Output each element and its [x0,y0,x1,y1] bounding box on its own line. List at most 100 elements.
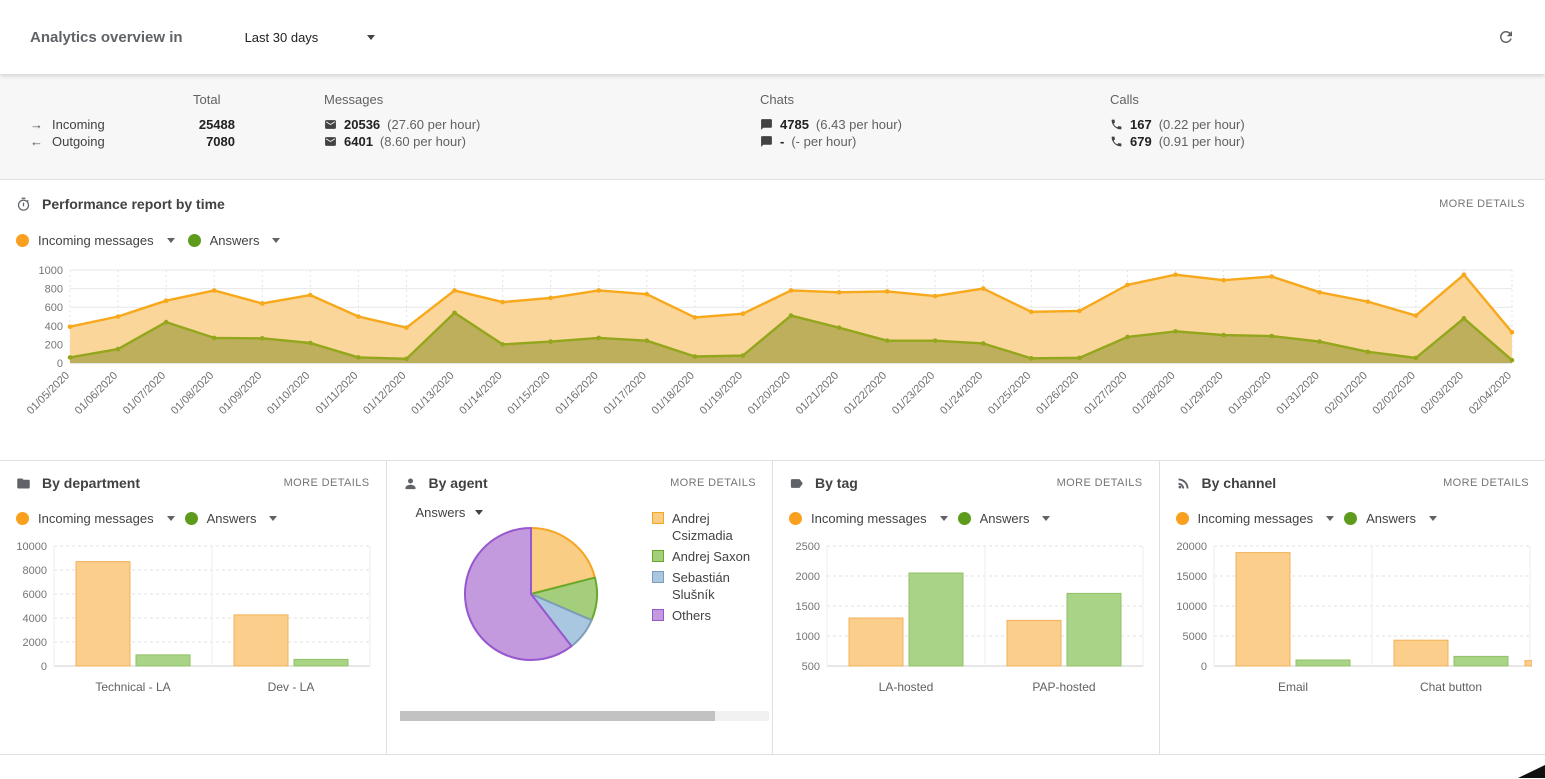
orange-dot-icon [16,512,29,525]
by-tag-panel: By tag MORE DETAILS Incoming messages An… [773,461,1160,754]
x-tick-label: 01/05/2020 [25,370,72,417]
bar-1-0 [909,573,963,666]
refresh-button[interactable] [1497,28,1515,46]
channel-legend-answers-dropdown[interactable]: Answers [1344,511,1437,526]
bar-1-0 [136,655,190,666]
performance-panel-title: Performance report by time [42,196,225,212]
x-tick-label: 01/23/2020 [890,370,937,417]
legend-swatch-icon [652,571,664,583]
orange-dot-icon [16,234,29,247]
pie-legend-item: Sebastián Slušník [652,569,756,603]
bottom-panels: By department MORE DETAILS Incoming mess… [0,461,1545,755]
tag-legend-incoming-dropdown[interactable]: Incoming messages [789,511,948,526]
orange-dot-icon [1176,512,1189,525]
svg-text:2000: 2000 [23,637,47,649]
x-tick-label: 01/14/2020 [457,370,504,417]
stats-chats-column: Chats 4785 (6.43 per hour) - (- per hour… [760,92,1110,179]
department-legend-incoming-dropdown[interactable]: Incoming messages [16,511,175,526]
agent-pie-chart[interactable] [461,524,601,664]
performance-area-chart[interactable]: 0200400600800100001/05/202001/06/202001/… [24,262,1524,430]
period-dropdown[interactable]: Last 30 days [245,30,375,45]
envelope-icon [324,135,337,148]
x-tick-label: 01/26/2020 [1034,370,1081,417]
outgoing-chats-value: - [780,134,784,149]
bar-0-0 [1236,553,1290,666]
messages-column-header: Messages [324,92,760,116]
x-tick-label: 01/29/2020 [1178,370,1225,417]
agent-more-details-link[interactable]: MORE DETAILS [670,477,756,489]
x-tick-label: 01/15/2020 [505,370,552,417]
svg-text:8000: 8000 [23,565,47,577]
x-tick-label: 01/19/2020 [698,370,745,417]
x-tick-label: 01/06/2020 [73,370,120,417]
incoming-messages-rate: (27.60 per hour) [387,117,480,132]
svg-text:0: 0 [1200,661,1206,673]
bar-1-1 [1454,656,1508,666]
incoming-chats-value: 4785 [780,117,809,132]
outgoing-messages-value: 6401 [344,134,373,149]
bar-1-0 [1296,660,1350,666]
x-tick-label: 02/01/2020 [1323,370,1370,417]
tag-legend-answers-dropdown[interactable]: Answers [958,511,1051,526]
svg-text:4000: 4000 [23,613,47,625]
page-title: Analytics overview in [30,29,183,46]
chevron-down-icon [1042,516,1050,521]
chevron-down-icon [1326,516,1334,521]
phone-icon [1110,118,1123,131]
svg-text:5000: 5000 [1182,631,1206,643]
tag-bar-chart[interactable]: 5001000150020002500LA-hostedPAP-hosted [789,538,1145,698]
legend-answers-dropdown[interactable]: Answers [188,233,281,248]
department-more-details-link[interactable]: MORE DETAILS [284,477,370,489]
bar-category-label: PAP-hosted [1032,680,1095,694]
channel-more-details-link[interactable]: MORE DETAILS [1443,477,1529,489]
clipped-extra-bar [1525,661,1532,666]
bar-0-0 [849,618,903,666]
chevron-down-icon [940,516,948,521]
performance-more-details-link[interactable]: MORE DETAILS [1439,198,1525,210]
bar-0-1 [1394,640,1448,666]
bar-category-label: Email [1277,680,1307,694]
department-legend-answers-dropdown[interactable]: Answers [185,511,278,526]
svg-text:10000: 10000 [16,541,47,553]
horizontal-scrollbar[interactable] [400,711,770,721]
x-tick-label: 01/11/2020 [314,370,361,417]
calls-column-header: Calls [1110,92,1545,116]
chevron-down-icon [167,238,175,243]
incoming-calls-rate: (0.22 per hour) [1159,117,1245,132]
orange-dot-icon [789,512,802,525]
channel-legend-incoming-dropdown[interactable]: Incoming messages [1176,511,1335,526]
x-tick-label: 01/24/2020 [938,370,985,417]
channel-bar-chart[interactable]: 05000100001500020000EmailChat button [1176,538,1532,698]
outgoing-label: Outgoing [52,134,105,149]
pie-legend-label: Sebastián Slušník [672,569,756,603]
stats-direction-column: →Incoming ←Outgoing [0,92,193,179]
bar-category-label: Dev - LA [268,680,315,694]
chat-bubble-icon [760,118,773,131]
green-dot-icon [1344,512,1357,525]
bar-1-1 [294,659,348,666]
pie-legend-item: Andrej Csizmadia [652,510,756,544]
green-dot-icon [185,512,198,525]
pie-legend-item: Andrej Saxon [652,548,756,565]
x-tick-label: 01/25/2020 [986,370,1033,417]
pie-legend-item: Others [652,607,756,624]
person-icon [403,476,418,491]
scrollbar-thumb[interactable] [400,711,716,721]
tag-icon [789,476,804,491]
footer-space [0,755,1545,778]
by-department-panel: By department MORE DETAILS Incoming mess… [0,461,387,754]
x-tick-label: 01/22/2020 [842,370,889,417]
green-dot-icon [188,234,201,247]
envelope-icon [324,118,337,131]
x-tick-label: 02/03/2020 [1419,370,1466,417]
svg-text:0: 0 [57,358,63,370]
top-bar: Analytics overview in Last 30 days [0,0,1545,74]
corner-cursor-wedge [1518,765,1545,778]
svg-text:500: 500 [802,661,820,673]
legend-incoming-messages-dropdown[interactable]: Incoming messages [16,233,175,248]
stats-strip: →Incoming ←Outgoing Total 25488 7080 Mes… [0,74,1545,180]
x-tick-label: 01/07/2020 [121,370,168,417]
department-bar-chart[interactable]: 0200040006000800010000Technical - LADev … [16,538,372,698]
tag-more-details-link[interactable]: MORE DETAILS [1057,477,1143,489]
bar-category-label: LA-hosted [879,680,934,694]
